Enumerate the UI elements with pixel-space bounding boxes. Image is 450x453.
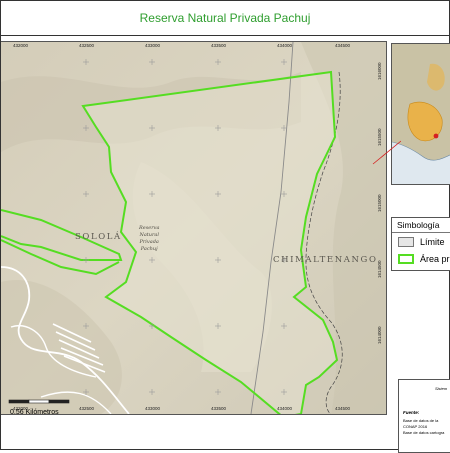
locator-leader-line bbox=[372, 140, 401, 165]
reserve-label-line-3: Privada bbox=[139, 239, 159, 245]
x-tick-top-6: 434500 bbox=[335, 43, 351, 48]
x-tick-bottom-3: 433000 bbox=[145, 406, 161, 411]
main-map[interactable]: 432000 432500 433000 433500 434000 43450… bbox=[1, 41, 387, 415]
source-line-2: CONAP 2016 bbox=[403, 424, 428, 429]
label-chimaltenango: CHIMALTENANGO bbox=[273, 255, 378, 265]
info-box: Sistem Fuente: Base de datos de la CONAP… bbox=[398, 379, 450, 453]
x-tick-top-3: 433000 bbox=[145, 43, 161, 48]
map-title: Reserva Natural Privada Pachuj bbox=[139, 11, 311, 25]
source-line-1: Base de datos de la bbox=[403, 418, 439, 423]
reserve-name-label: Reserva Natural Privada Pachuj bbox=[139, 225, 159, 253]
locator-point bbox=[433, 133, 439, 139]
legend-swatch-area bbox=[398, 253, 414, 264]
source-line-3: Base de datos cartogra bbox=[403, 430, 445, 435]
legend-label-area: Área pr bbox=[420, 253, 450, 264]
reserve-label-line-1: Reserva bbox=[139, 225, 160, 231]
terrain-map bbox=[1, 42, 386, 414]
x-tick-top-4: 433500 bbox=[211, 43, 227, 48]
x-tick-bottom-4: 433500 bbox=[211, 406, 227, 411]
x-tick-bottom-5: 434000 bbox=[277, 406, 293, 411]
legend-item-limit: Límite bbox=[392, 233, 450, 250]
y-tick-1: 1616000 bbox=[377, 62, 382, 80]
title-bar: Reserva Natural Privada Pachuj bbox=[1, 1, 449, 36]
map-sheet: Reserva Natural Privada Pachuj 432000 43… bbox=[0, 0, 450, 453]
legend-swatch-limit bbox=[398, 236, 414, 247]
scale-bar-label: 0.56 Kilómetros bbox=[10, 409, 59, 416]
legend-label-limit: Límite bbox=[420, 236, 445, 247]
y-tick-5: 1614000 bbox=[377, 326, 382, 344]
x-tick-bottom-6: 434500 bbox=[335, 406, 351, 411]
y-tick-4: 1614500 bbox=[377, 260, 382, 278]
x-tick-top-1: 432000 bbox=[13, 43, 29, 48]
reserve-label-line-2: Natural bbox=[139, 232, 159, 238]
x-tick-top-2: 432500 bbox=[79, 43, 95, 48]
x-tick-top-5: 434000 bbox=[277, 43, 293, 48]
x-tick-bottom-2: 432500 bbox=[79, 406, 95, 411]
legend: Simbología Límite Área pr bbox=[391, 217, 450, 271]
reserve-label-line-4: Pachuj bbox=[140, 246, 158, 252]
label-solola: SOLOLÁ bbox=[75, 232, 122, 242]
y-tick-3: 1615000 bbox=[377, 194, 382, 212]
scale-bar bbox=[8, 399, 70, 404]
legend-item-area: Área pr bbox=[392, 250, 450, 267]
source-heading: Fuente: bbox=[403, 410, 420, 415]
legend-title: Simbología bbox=[392, 218, 450, 233]
coordinate-system-label: Sistem bbox=[435, 386, 448, 391]
